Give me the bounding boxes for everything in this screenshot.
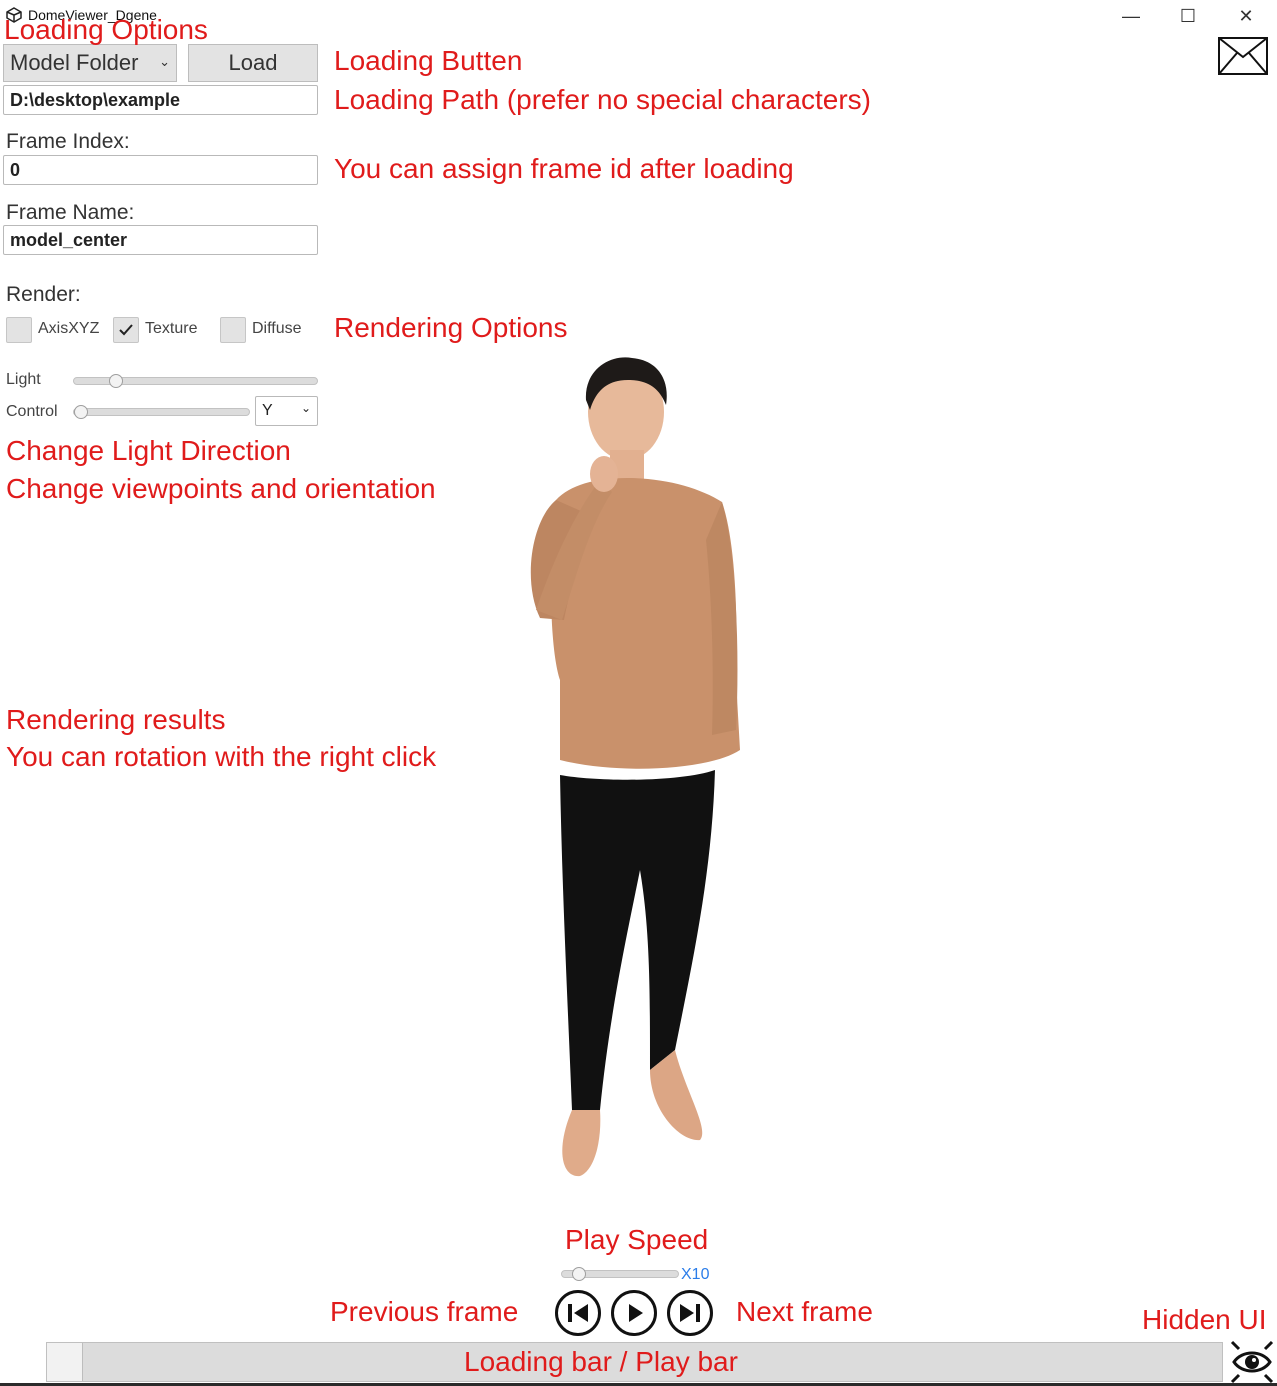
axis-dropdown[interactable]: Y ⌄	[255, 396, 318, 426]
texture-checkbox[interactable]	[113, 317, 139, 343]
rendered-model[interactable]	[500, 350, 780, 1190]
next-frame-button[interactable]	[667, 1290, 713, 1336]
envelope-icon[interactable]	[1218, 37, 1268, 75]
frame-index-field[interactable]: 0	[3, 155, 318, 185]
chevron-down-icon: ⌄	[300, 401, 311, 415]
play-bar-handle[interactable]	[47, 1343, 83, 1381]
annotation-next-frame: Next frame	[736, 1296, 873, 1327]
axisxyz-checkbox[interactable]	[6, 317, 32, 343]
annotation-frame-id: You can assign frame id after loading	[334, 153, 794, 184]
diffuse-checkbox[interactable]	[220, 317, 246, 343]
model-folder-dropdown[interactable]: Model Folder ⌄	[3, 44, 177, 82]
play-button[interactable]	[611, 1290, 657, 1336]
frame-name-label: Frame Name:	[6, 201, 135, 224]
model-hand	[590, 456, 618, 492]
light-slider[interactable]	[73, 374, 318, 388]
play-icon	[629, 1304, 643, 1322]
eye-icon[interactable]	[1230, 1340, 1274, 1384]
check-icon	[119, 324, 133, 336]
annotation-loading-options: Loading Options	[4, 14, 208, 45]
model-left-foot	[562, 1110, 601, 1177]
frame-index-label: Frame Index:	[6, 130, 130, 153]
diffuse-label: Diffuse	[252, 320, 302, 337]
annotation-rotation: You can rotation with the right click	[6, 741, 437, 772]
annotation-light-direction: Change Light Direction	[6, 435, 291, 466]
annotation-play-speed: Play Speed	[565, 1224, 709, 1255]
light-slider-knob[interactable]	[108, 374, 123, 388]
annotation-hidden-ui: Hidden UI	[1142, 1304, 1267, 1335]
axisxyz-label: AxisXYZ	[38, 320, 100, 337]
annotation-viewpoints: Change viewpoints and orientation	[6, 473, 436, 504]
texture-label: Texture	[145, 320, 198, 337]
path-field[interactable]: D:\desktop\example	[3, 85, 318, 115]
minimize-button[interactable]: —	[1111, 2, 1151, 30]
model-folder-value: Model Folder	[10, 50, 139, 75]
light-label: Light	[6, 371, 41, 388]
speed-slider-knob[interactable]	[572, 1267, 587, 1281]
load-button[interactable]: Load	[188, 44, 318, 82]
annotation-loading-path: Loading Path (prefer no special characte…	[334, 84, 871, 115]
control-slider[interactable]	[73, 405, 250, 419]
chevron-down-icon: ⌄	[159, 54, 170, 69]
control-label: Control	[6, 403, 58, 420]
speed-slider[interactable]	[561, 1267, 679, 1281]
maximize-button[interactable]: ☐	[1168, 2, 1208, 30]
speed-value: X10	[681, 1266, 710, 1283]
frame-name-field[interactable]: model_center	[3, 225, 318, 255]
annotation-loading-button: Loading Butten	[334, 45, 523, 76]
annotation-play-bar: Loading bar / Play bar	[464, 1346, 738, 1377]
axis-value: Y	[262, 402, 273, 419]
skip-previous-icon	[568, 1304, 588, 1322]
skip-next-icon	[680, 1304, 700, 1322]
annotation-rendering-options: Rendering Options	[334, 312, 568, 343]
previous-frame-button[interactable]	[555, 1290, 601, 1336]
annotation-rendering-results: Rendering results	[6, 704, 226, 735]
close-button[interactable]: ✕	[1226, 2, 1266, 30]
annotation-previous-frame: Previous frame	[330, 1296, 519, 1327]
control-slider-knob[interactable]	[74, 405, 88, 419]
render-label: Render:	[6, 283, 81, 306]
model-pants	[560, 770, 715, 1110]
